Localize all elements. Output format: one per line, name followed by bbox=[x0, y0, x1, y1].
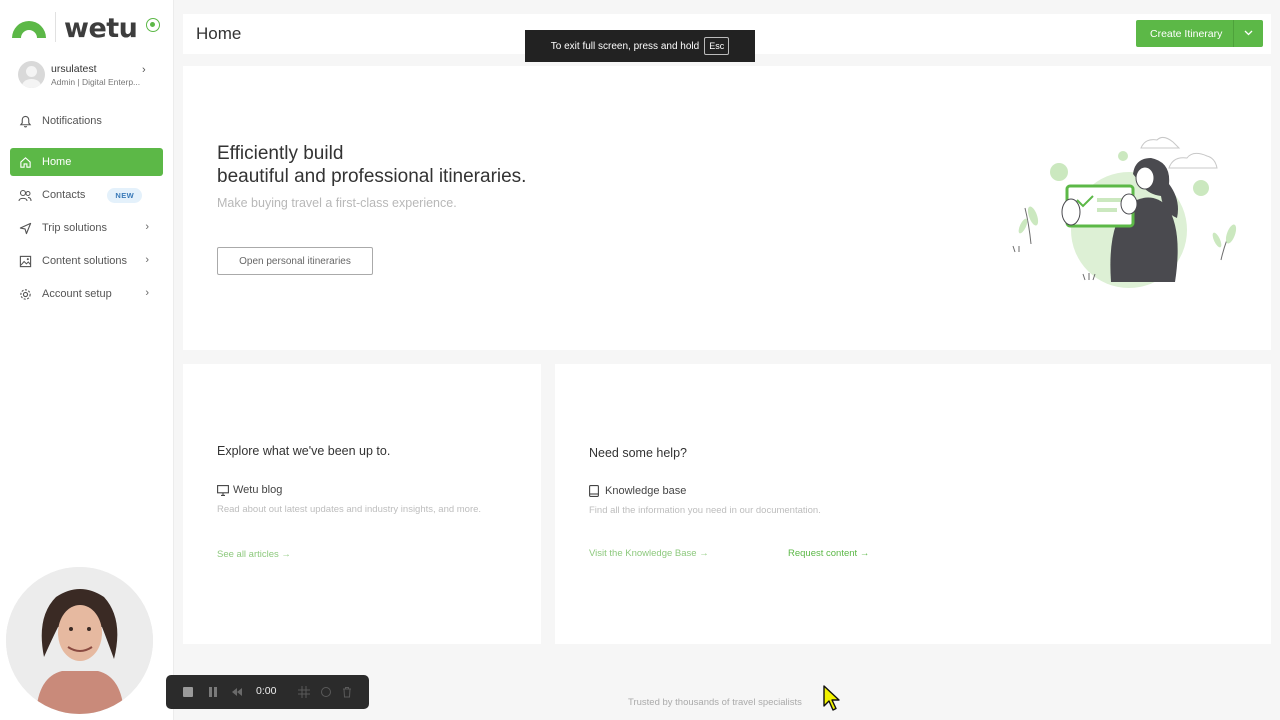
hero-subtitle: Make buying travel a first-class experie… bbox=[217, 196, 457, 210]
visit-knowledge-base-link[interactable]: Visit the Knowledge Base → bbox=[589, 548, 709, 559]
logo-divider bbox=[55, 12, 56, 42]
help-card-subtitle: Knowledge base bbox=[589, 485, 686, 497]
sidebar-item-content-solutions[interactable]: Content solutions › bbox=[10, 247, 163, 275]
sidebar-item-label: Account setup bbox=[42, 288, 112, 300]
pause-icon[interactable] bbox=[207, 686, 219, 698]
hero-title-line-1: Efficiently build bbox=[217, 143, 344, 164]
user-name: ursulatest bbox=[51, 63, 97, 75]
rewind-icon[interactable] bbox=[231, 686, 243, 698]
chevron-right-icon: › bbox=[145, 221, 149, 233]
home-icon bbox=[18, 155, 32, 169]
mouse-cursor-icon bbox=[823, 685, 840, 711]
sidebar-item-label: Home bbox=[42, 156, 72, 168]
bell-icon bbox=[18, 114, 32, 128]
esc-key-hint: Esc bbox=[704, 37, 730, 55]
sidebar-item-label: Notifications bbox=[42, 115, 102, 127]
sidebar-item-label: Content solutions bbox=[42, 255, 127, 267]
presenter-video-icon bbox=[6, 567, 153, 714]
monitor-icon bbox=[217, 484, 229, 496]
stop-icon[interactable] bbox=[182, 686, 194, 698]
help-card-description: Find all the information you need in our… bbox=[589, 505, 821, 516]
send-icon bbox=[18, 221, 32, 235]
recording-time: 0:00 bbox=[256, 685, 277, 697]
request-content-link[interactable]: Request content → bbox=[788, 548, 869, 559]
woman-with-tablet-illustration-icon bbox=[1012, 136, 1237, 288]
new-badge: NEW bbox=[107, 187, 143, 203]
gear-icon bbox=[18, 287, 32, 301]
grid-icon[interactable] bbox=[298, 686, 310, 698]
book-icon bbox=[589, 485, 601, 497]
sidebar-item-label: Contacts bbox=[42, 189, 86, 201]
chevron-right-icon: › bbox=[145, 254, 149, 266]
open-personal-itineraries-button[interactable]: Open personal itineraries bbox=[217, 247, 373, 275]
blog-card: Explore what we've been up to. Wetu blog… bbox=[183, 364, 541, 644]
see-all-articles-link[interactable]: See all articles → bbox=[217, 549, 291, 560]
help-card-subtitle-label: Knowledge base bbox=[605, 485, 687, 497]
user-profile[interactable]: ursulatest Admin | Digital Enterp... › bbox=[18, 58, 158, 92]
help-card: Need some help? Knowledge base Find all … bbox=[555, 364, 1271, 644]
sidebar-item-notifications[interactable]: Notifications bbox=[10, 107, 163, 135]
avatar bbox=[18, 61, 45, 88]
hero-title-line-2: beautiful and professional itineraries. bbox=[217, 166, 527, 187]
contacts-icon bbox=[18, 188, 32, 202]
chevron-right-icon: › bbox=[142, 64, 146, 76]
recording-controls: 0:00 bbox=[166, 675, 369, 709]
status-indicator-icon[interactable] bbox=[146, 18, 160, 32]
blog-card-description: Read about out latest updates and indust… bbox=[217, 504, 482, 515]
hero-card: Efficiently build beautiful and professi… bbox=[183, 66, 1271, 350]
user-role: Admin | Digital Enterp... bbox=[51, 77, 141, 87]
blog-card-title: Explore what we've been up to. bbox=[217, 444, 391, 458]
logo[interactable]: wetu bbox=[8, 12, 168, 44]
fullscreen-notice: To exit full screen, press and hold Esc bbox=[525, 30, 755, 62]
sidebar-item-home[interactable]: Home bbox=[10, 148, 163, 176]
image-icon bbox=[18, 254, 32, 268]
page-title: Home bbox=[196, 24, 242, 43]
help-card-title: Need some help? bbox=[589, 446, 687, 460]
sidebar-item-contacts[interactable]: Contacts NEW bbox=[10, 181, 163, 209]
wetu-arc-logo-icon bbox=[12, 21, 46, 38]
trash-icon[interactable] bbox=[341, 686, 353, 698]
chevron-down-icon[interactable] bbox=[1234, 28, 1263, 39]
logo-wordmark: wetu bbox=[64, 13, 138, 44]
hero-title: Efficiently build beautiful and professi… bbox=[217, 142, 526, 188]
sidebar-item-account-setup[interactable]: Account setup › bbox=[10, 280, 163, 308]
create-itinerary-label: Create Itinerary bbox=[1150, 27, 1223, 40]
footer-note: Trusted by thousands of travel specialis… bbox=[628, 697, 802, 708]
webcam-overlay bbox=[6, 567, 153, 714]
sidebar-item-trip-solutions[interactable]: Trip solutions › bbox=[10, 214, 163, 242]
circle-icon[interactable] bbox=[320, 686, 332, 698]
fullscreen-message: To exit full screen, press and hold bbox=[550, 40, 700, 52]
create-itinerary-button[interactable]: Create Itinerary bbox=[1136, 20, 1263, 47]
chevron-right-icon: › bbox=[145, 287, 149, 299]
blog-card-subtitle-label: Wetu blog bbox=[233, 484, 283, 496]
sidebar-item-label: Trip solutions bbox=[42, 222, 108, 234]
blog-card-subtitle: Wetu blog bbox=[217, 484, 282, 496]
